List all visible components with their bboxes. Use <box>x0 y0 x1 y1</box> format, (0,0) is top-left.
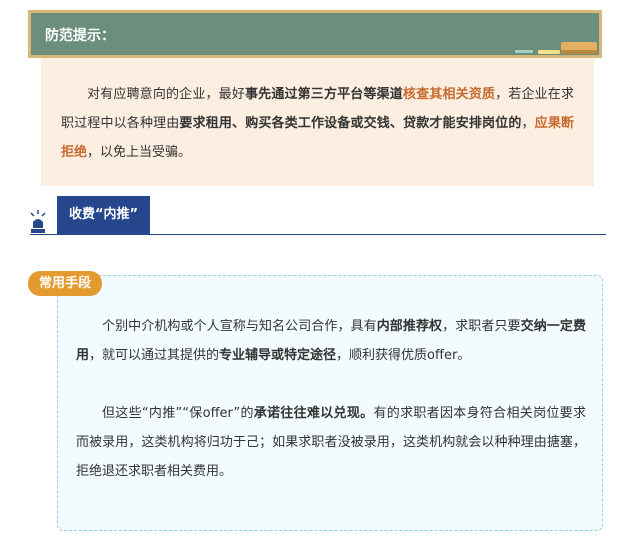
methods-text: ，顺利获得优质offer。 <box>336 348 471 363</box>
notice-chalkboard-header: 防范提示： <box>28 10 602 58</box>
notice-text-bold: 事先通过第三方平台等渠道 <box>244 87 403 102</box>
methods-body: 个别中介机构或个人宣称与知名公司合作，具有内部推荐权，求职者只要交纳一定费用，就… <box>76 312 586 486</box>
methods-text-bold: 内部推荐权 <box>376 319 443 334</box>
methods-text: 但这些“内推”“保offer”的 <box>102 406 254 421</box>
chalk-piece-icon <box>538 50 560 54</box>
notice-text: 对有应聘意向的企业，最好 <box>87 87 245 102</box>
notice-text: ，以免上当受骗。 <box>87 145 192 160</box>
siren-icon <box>30 210 46 233</box>
methods-paragraph: 个别中介机构或个人宣称与知名公司合作，具有内部推荐权，求职者只要交纳一定费用，就… <box>76 312 586 370</box>
notice-text-bold: 要求租用、购买各类工作设备或交钱、贷款才能安排岗位的 <box>179 116 522 131</box>
methods-label-badge: 常用手段 <box>28 271 102 296</box>
methods-text-bold: 专业辅导或特定途径 <box>219 348 337 363</box>
methods-text: ，就可以通过其提供的 <box>89 348 220 363</box>
eraser-icon <box>561 42 597 54</box>
chalk-piece-icon <box>515 50 533 53</box>
section-title-tag: 收费“内推” <box>57 196 150 234</box>
notice-title: 防范提示： <box>45 28 115 44</box>
methods-text: 个别中介机构或个人宣称与知名公司合作，具有 <box>102 319 377 334</box>
notice-text-highlight: 核查其相关资质 <box>402 87 496 102</box>
notice-text: ， <box>521 116 535 131</box>
methods-text: ，求职者只要 <box>442 319 521 334</box>
methods-text-bold: 承诺往往难以兑现。 <box>253 406 374 421</box>
notice-body: 对有应聘意向的企业，最好事先通过第三方平台等渠道核查其相关资质，若企业在求职过程… <box>41 58 594 186</box>
methods-paragraph: 但这些“内推”“保offer”的承诺往往难以兑现。有的求职者因本身符合相关岗位要… <box>76 399 586 486</box>
notice-paragraph: 对有应聘意向的企业，最好事先通过第三方平台等渠道核查其相关资质，若企业在求职过程… <box>61 80 574 167</box>
section-divider <box>30 234 606 235</box>
